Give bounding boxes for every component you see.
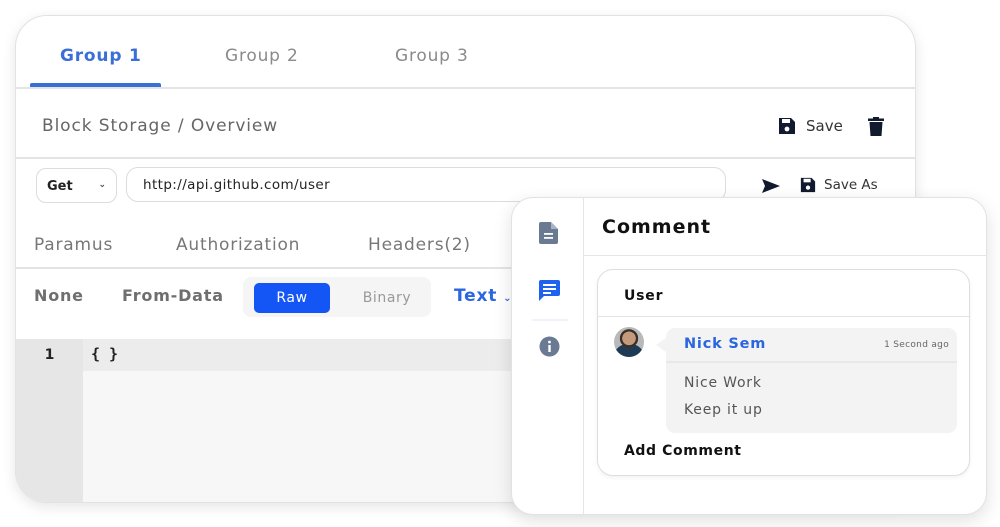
breadcrumb: Block Storage / Overview	[42, 116, 279, 136]
breadcrumb-bar: Block Storage / Overview Save	[16, 89, 915, 159]
raw-binary-toggle: Raw Binary	[243, 277, 431, 317]
tab-group-1[interactable]: Group 1	[60, 46, 142, 66]
method-value: Get	[47, 179, 73, 194]
user-label: User	[624, 288, 664, 304]
save-as-button[interactable]: Save As	[800, 177, 878, 193]
chat-icon[interactable]	[539, 280, 560, 305]
tab-group-3[interactable]: Group 3	[395, 46, 469, 66]
comment-side-rail	[512, 198, 584, 514]
send-icon	[762, 179, 780, 193]
active-tab-indicator	[30, 83, 161, 87]
save-button[interactable]: Save	[778, 117, 843, 135]
method-select[interactable]: Get ⌄	[36, 168, 117, 203]
format-select[interactable]: Text ⌄	[454, 286, 512, 306]
avatar	[614, 327, 644, 357]
body-type-binary[interactable]: Binary	[349, 283, 425, 313]
comment-bubble: Nick Sem 1 Second ago Nice Work Keep it …	[656, 328, 957, 433]
trash-icon	[868, 117, 884, 136]
send-button[interactable]	[762, 178, 780, 197]
comment-author[interactable]: Nick Sem	[684, 336, 766, 352]
comment-text-line: Nice Work	[684, 375, 762, 391]
line-gutter	[16, 339, 83, 502]
body-type-none[interactable]: None	[34, 286, 84, 305]
info-icon[interactable]	[539, 336, 560, 361]
comment-panel-title: Comment	[602, 216, 712, 238]
comment-timestamp: 1 Second ago	[884, 340, 949, 350]
floppy-disk-icon	[779, 118, 795, 134]
delete-button[interactable]	[868, 117, 884, 140]
save-label: Save	[806, 117, 843, 135]
body-type-raw[interactable]: Raw	[254, 283, 330, 313]
add-comment-button[interactable]: Add Comment	[624, 443, 742, 459]
save-as-label: Save As	[824, 177, 878, 193]
divider	[598, 316, 969, 317]
floppy-disk-icon	[800, 177, 816, 193]
body-type-form-data[interactable]: From-Data	[122, 286, 224, 305]
tab-params[interactable]: Paramus	[34, 235, 113, 255]
tab-authorization[interactable]: Authorization	[176, 235, 300, 255]
document-icon[interactable]	[539, 222, 558, 248]
divider	[584, 255, 986, 256]
tab-headers[interactable]: Headers(2)	[368, 235, 471, 255]
rail-divider	[532, 319, 568, 321]
comment-panel: Comment User Nick Sem 1 Second ago Nice …	[511, 197, 987, 515]
comment-text-line: Keep it up	[684, 402, 763, 418]
tab-group-2[interactable]: Group 2	[225, 46, 299, 66]
chevron-down-icon: ⌄	[98, 180, 106, 190]
group-tabs: Group 1 Group 2 Group 3	[16, 16, 915, 89]
comment-thread: User Nick Sem 1 Second ago Nice Work Kee…	[597, 269, 970, 476]
line-number: 1	[44, 347, 55, 363]
divider	[666, 361, 957, 363]
code-line[interactable]: { }	[91, 345, 118, 363]
format-value: Text	[454, 286, 498, 306]
